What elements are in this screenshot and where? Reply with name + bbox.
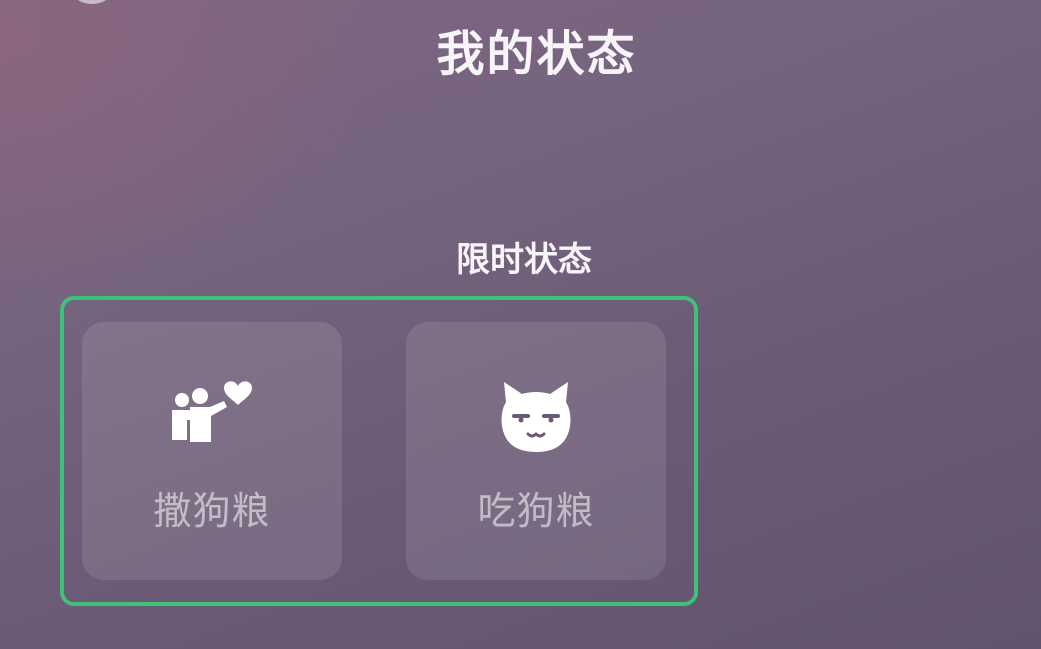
page-title: 我的状态 [436, 26, 637, 82]
corner-decoration [70, 0, 114, 4]
section-title: 限时状态 [456, 240, 592, 280]
status-option-sa-gouliang[interactable]: 撒狗粮 [82, 322, 342, 580]
status-label: 撒狗粮 [153, 489, 271, 533]
status-label: 吃狗粮 [477, 489, 595, 533]
status-option-chi-gouliang[interactable]: 吃狗粮 [406, 322, 666, 580]
couple-heart-icon [172, 381, 252, 442]
cat-face-icon [501, 382, 571, 452]
